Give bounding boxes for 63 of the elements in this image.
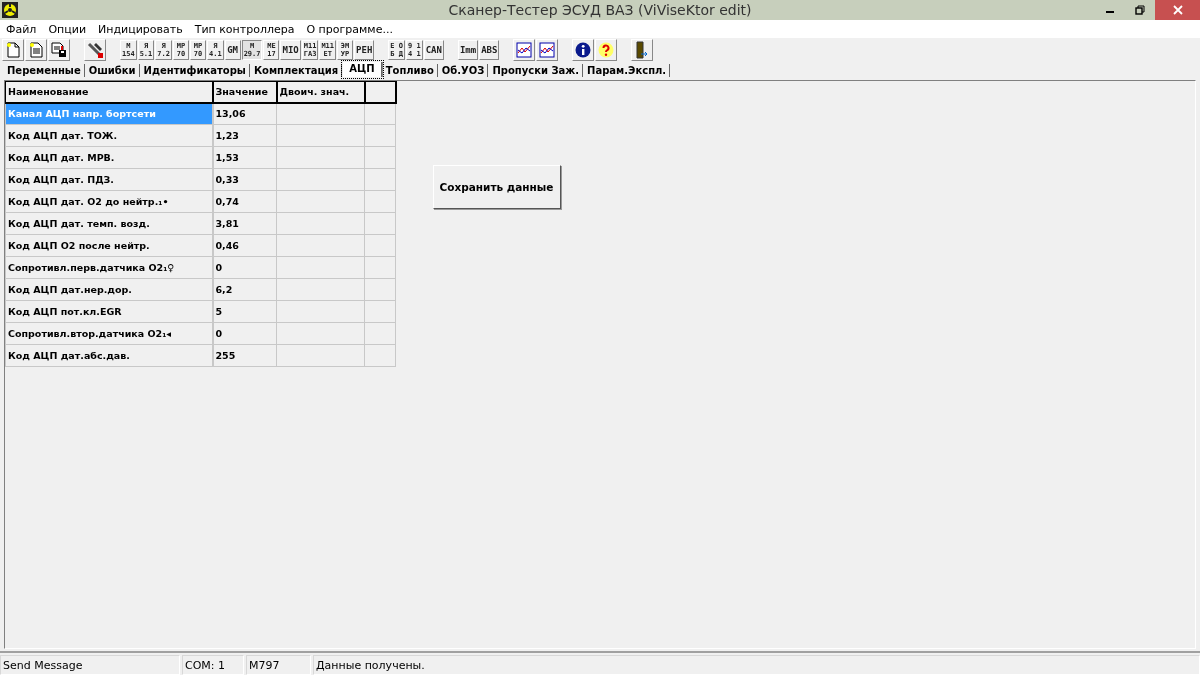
menu-item[interactable]: Опции xyxy=(42,22,93,36)
table-cell: 0,33 xyxy=(212,168,277,191)
table-cell[interactable]: Код АЦП дат. ПДЗ. xyxy=(5,168,213,191)
column-header[interactable]: Наименование xyxy=(5,81,213,103)
save-data-button[interactable]: Сохранить данные xyxy=(432,165,561,209)
column-header[interactable]: Значение xyxy=(212,81,277,103)
table-cell: 0 xyxy=(212,256,277,279)
close-button[interactable] xyxy=(1155,0,1200,20)
table-cell: 0,46 xyxy=(212,234,277,257)
table-cell: 0,74 xyxy=(212,190,277,213)
table-cell: 0 xyxy=(212,322,277,345)
table-cell[interactable]: Код АЦП дат. О2 до нейтр.₁• xyxy=(5,190,213,213)
table-cell: 255 xyxy=(212,344,277,367)
tab[interactable]: Идентификаторы xyxy=(140,63,250,77)
toolbar-button[interactable]: Imm xyxy=(457,40,479,60)
save-icon[interactable] xyxy=(51,42,67,58)
toolbar-button[interactable]: MIO xyxy=(280,40,301,60)
window-title: Сканер-Тестер ЭСУД ВАЗ (ViViseKtor edit) xyxy=(448,2,752,18)
tab[interactable]: Переменные xyxy=(4,63,85,77)
table-cell[interactable]: Код АЦП дат.нер.дор. xyxy=(5,278,213,301)
toolbar-button[interactable]: GM xyxy=(224,40,241,60)
status-panel: COM: 1 xyxy=(182,655,244,675)
table-cell[interactable]: Сопротивл.втор.датчика О2₁◂ xyxy=(5,322,213,345)
status-panel: M797 xyxy=(246,655,311,675)
table-cell: 6,2 xyxy=(212,278,277,301)
table-cell[interactable]: Код АЦП дат. темп. возд. xyxy=(5,212,213,235)
table-cell[interactable]: Код АЦП О2 после нейтр. xyxy=(5,234,213,257)
table-cell[interactable]: Код АЦП дат. МРВ. xyxy=(5,146,213,169)
table-cell: 1,23 xyxy=(212,124,277,147)
help-icon[interactable] xyxy=(598,42,615,58)
toolbar-button[interactable]: ABS xyxy=(479,40,500,60)
menu-item[interactable]: Индицировать xyxy=(92,22,189,36)
table-cell: 13,06 xyxy=(212,102,277,125)
tab[interactable]: Топливо xyxy=(382,63,438,77)
status-panel: Данные получены. xyxy=(313,655,1200,675)
table-cell[interactable]: Сопротивл.перв.датчика О2₁♀ xyxy=(5,256,213,279)
column-header[interactable]: Двоич. знач. xyxy=(276,81,365,103)
table-cell[interactable]: Код АЦП пот.кл.EGR xyxy=(5,300,213,323)
document-icon[interactable] xyxy=(29,42,43,58)
menu-item[interactable]: Тип контроллера xyxy=(188,22,301,36)
menu-item[interactable]: О программе... xyxy=(300,22,399,36)
info-icon[interactable] xyxy=(575,42,592,58)
restore-icon xyxy=(1135,5,1145,15)
table-cell: 3,81 xyxy=(212,212,277,235)
tab[interactable]: Пропуски Заж. xyxy=(489,63,584,77)
tab[interactable]: Ошибки xyxy=(85,63,140,77)
tab[interactable]: Об.УОЗ xyxy=(438,63,489,77)
table-cell[interactable]: Код АЦП дат.абс.дав. xyxy=(5,344,213,367)
tab[interactable]: Парам.Экспл. xyxy=(584,63,671,77)
app-logo-icon xyxy=(2,2,18,18)
table-cell[interactable]: Код АЦП дат. ТОЖ. xyxy=(5,124,213,147)
tools-icon[interactable] xyxy=(86,41,104,59)
exit-door-icon[interactable] xyxy=(635,41,650,59)
new-document-icon[interactable] xyxy=(6,42,20,58)
chart-icon[interactable] xyxy=(539,42,556,58)
status-panel: Send Message xyxy=(0,655,180,675)
menu-item[interactable]: Файл xyxy=(0,22,43,36)
toolbar-button[interactable]: PEH xyxy=(354,40,375,60)
toolbar-button[interactable]: CAN xyxy=(423,40,444,60)
table-cell: 5 xyxy=(212,300,277,323)
table-cell: 1,53 xyxy=(212,146,277,169)
close-icon xyxy=(1172,5,1183,15)
chart-icon[interactable] xyxy=(516,42,533,58)
